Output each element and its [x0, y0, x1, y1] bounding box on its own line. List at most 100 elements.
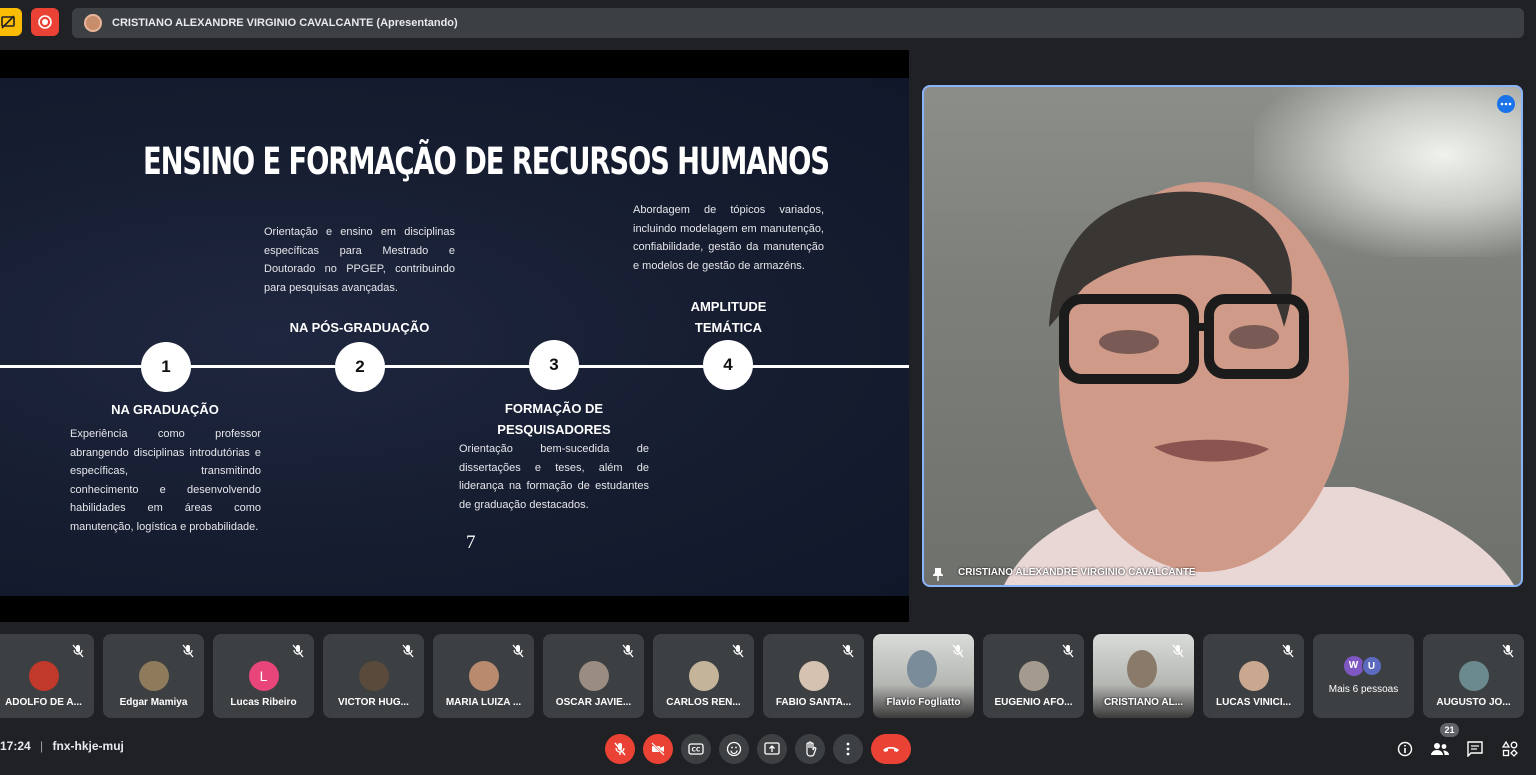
participant-name: CARLOS REN... — [666, 697, 741, 708]
presenter-title: CRISTIANO ALEXANDRE VIRGINIO CAVALCANTE … — [112, 17, 458, 29]
avatar — [1458, 661, 1489, 691]
step-3-heading: FORMAÇÃO DE PESQUISADORES — [459, 398, 649, 440]
participant-name: Mais 6 pessoas — [1328, 684, 1399, 695]
muted-mic-icon — [71, 644, 85, 658]
present-screen-icon — [764, 742, 780, 755]
muted-mic-icon — [1501, 644, 1515, 658]
muted-mic-icon — [621, 644, 635, 658]
participant-count-badge: 21 — [1440, 723, 1459, 737]
participant-tile[interactable]: Flavio Fogliatto — [873, 634, 974, 718]
participant-tile[interactable]: EUGENIO AFO... — [983, 634, 1084, 718]
step-4-circle: 4 — [703, 340, 753, 390]
record-button[interactable] — [31, 8, 59, 36]
camera-toggle-button[interactable] — [643, 734, 673, 764]
avatar — [1238, 661, 1269, 691]
avatar — [468, 661, 499, 691]
meeting-info: 17:24 | fnx-hkje-muj — [0, 739, 124, 753]
participant-tile[interactable]: CRISTIANO AL... — [1093, 634, 1194, 718]
people-icon — [1431, 743, 1449, 755]
pin-icon — [933, 568, 943, 581]
emoji-icon — [726, 741, 742, 757]
muted-mic-icon — [291, 644, 305, 658]
avatar — [688, 661, 719, 691]
captions-icon: CC — [688, 743, 704, 755]
chat-icon — [1467, 741, 1483, 757]
step-4-heading-line2: TEMÁTICA — [694, 320, 763, 335]
raise-hand-button[interactable] — [795, 734, 825, 764]
step-3-text: Orientação bem-sucedida de dissertações … — [459, 443, 649, 511]
share-screen-button[interactable] — [0, 8, 22, 36]
meeting-separator: | — [40, 739, 44, 753]
presenter-avatar — [84, 14, 102, 32]
presentation-slide: ENSINO E FORMAÇÃO DE RECURSOS HUMANOS 1 … — [0, 50, 909, 622]
more-horizontal-icon — [1500, 102, 1512, 106]
speaker-figure — [1004, 182, 1514, 585]
step-4-heading: AMPLITUDE TEMÁTICA — [633, 296, 824, 338]
step-1-heading: NA GRADUAÇÃO — [111, 402, 219, 417]
captions-button[interactable]: CC — [681, 734, 711, 764]
muted-mic-icon — [401, 644, 415, 658]
muted-mic-icon — [951, 644, 965, 658]
participant-tile[interactable]: Edgar Mamiya — [103, 634, 204, 718]
participant-tile[interactable]: CARLOS REN... — [653, 634, 754, 718]
participant-tile[interactable]: MARIA LUIZA ... — [433, 634, 534, 718]
record-icon — [38, 15, 52, 29]
hand-icon — [806, 741, 817, 757]
avatar — [28, 661, 59, 691]
shapes-icon — [1502, 741, 1518, 757]
reactions-button[interactable] — [719, 734, 749, 764]
bottom-toolbar: 17:24 | fnx-hkje-muj CC 21 — [0, 723, 1536, 775]
participant-tile[interactable]: ADOLFO DE A... — [0, 634, 94, 718]
leave-call-button[interactable] — [871, 734, 911, 764]
participant-name: AUGUSTO JO... — [1436, 697, 1511, 708]
activities-button[interactable] — [1498, 737, 1522, 761]
step-2-text: Orientação e ensino em disciplinas espec… — [264, 226, 455, 294]
step-3-heading-line2: PESQUISADORES — [497, 422, 611, 437]
avatar — [138, 661, 169, 691]
meeting-time: 17:24 — [0, 739, 31, 753]
avatar: U — [1361, 656, 1382, 676]
avatar — [798, 661, 829, 691]
participant-name: EUGENIO AFO... — [994, 697, 1073, 708]
participant-tile[interactable]: W U Mais 6 pessoas — [1313, 634, 1414, 718]
participant-strip: ADOLFO DE A... Edgar Mamiya L Lucas Ribeiro… — [0, 634, 1536, 718]
avatar — [578, 661, 609, 691]
participant-name: LUCAS VINICI... — [1215, 697, 1291, 708]
step-3-heading-line1: FORMAÇÃO DE — [504, 401, 604, 416]
participant-tile[interactable]: L Lucas Ribeiro — [213, 634, 314, 718]
participant-name: MARIA LUIZA ... — [445, 697, 522, 708]
present-button[interactable] — [757, 734, 787, 764]
speaker-video[interactable]: CRISTIANO ALEXANDRE VIRGINIO CAVALCANTE — [922, 85, 1523, 587]
more-options-button[interactable] — [833, 734, 863, 764]
muted-mic-icon — [1061, 644, 1075, 658]
participant-tile[interactable]: LUCAS VINICI... — [1203, 634, 1304, 718]
muted-mic-icon — [511, 644, 525, 658]
speaker-options-button[interactable] — [1497, 95, 1515, 113]
share-screen-icon — [1, 15, 15, 29]
participant-name: OSCAR JAVIE... — [555, 697, 632, 708]
participant-face — [1127, 650, 1157, 688]
participant-tile[interactable]: OSCAR JAVIE... — [543, 634, 644, 718]
step-1-circle: 1 — [141, 342, 191, 392]
chat-button[interactable] — [1463, 737, 1487, 761]
presenter-bar: CRISTIANO ALEXANDRE VIRGINIO CAVALCANTE … — [72, 8, 1524, 38]
step-3-circle: 3 — [529, 340, 579, 390]
slide-canvas: ENSINO E FORMAÇÃO DE RECURSOS HUMANOS 1 … — [0, 78, 909, 596]
avatar-initial: L — [259, 668, 268, 684]
people-button[interactable] — [1428, 737, 1452, 761]
muted-mic-icon — [731, 644, 745, 658]
muted-mic-icon — [181, 644, 195, 658]
microphone-off-icon — [614, 742, 626, 756]
participant-name: Flavio Fogliatto — [886, 697, 961, 708]
participant-name: Edgar Mamiya — [119, 697, 188, 708]
participant-tile[interactable]: FABIO SANTA... — [763, 634, 864, 718]
meeting-code: fnx-hkje-muj — [52, 739, 124, 753]
participant-tile[interactable]: VICTOR HUG... — [323, 634, 424, 718]
participant-name: Lucas Ribeiro — [230, 697, 297, 708]
microphone-toggle-button[interactable] — [605, 734, 635, 764]
slide-title: ENSINO E FORMAÇÃO DE RECURSOS HUMANOS — [143, 140, 830, 183]
svg-text:CC: CC — [692, 747, 701, 754]
speaker-name-label: CRISTIANO ALEXANDRE VIRGINIO CAVALCANTE — [958, 567, 1196, 578]
meeting-details-button[interactable] — [1393, 737, 1417, 761]
participant-tile[interactable]: AUGUSTO JO... — [1423, 634, 1524, 718]
